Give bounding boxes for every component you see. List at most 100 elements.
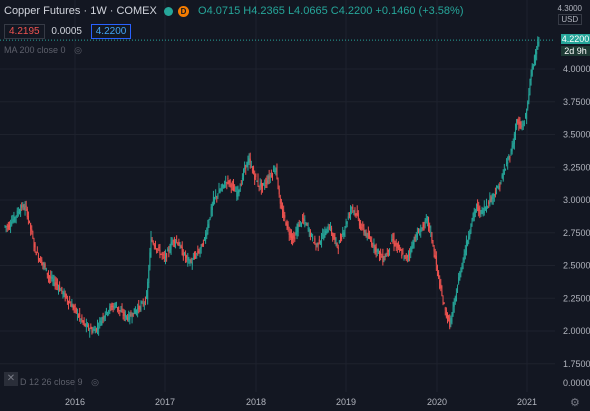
candle-body [499, 183, 501, 187]
candle-body [351, 207, 353, 209]
ask-button[interactable]: 4.2200 [90, 24, 132, 39]
candle-body [537, 41, 539, 50]
bid-button[interactable]: 4.2195 [4, 24, 45, 39]
delayed-badge[interactable]: D [177, 5, 189, 17]
candle-body [79, 313, 81, 318]
eye-hidden-icon[interactable]: ◎ [74, 45, 82, 55]
candle-body [80, 318, 82, 320]
candle-body [274, 170, 276, 173]
candle-body [15, 215, 17, 218]
candle-body [225, 182, 227, 184]
candle-body [196, 253, 198, 255]
currency-unit[interactable]: USD [557, 14, 582, 25]
x-tick-label: 2018 [246, 397, 266, 407]
candle-body [292, 236, 294, 241]
candle-body [464, 250, 466, 255]
candle-body [284, 215, 286, 218]
candle-body [158, 246, 160, 248]
candle-body [150, 237, 152, 258]
candle-body [75, 308, 77, 313]
gear-icon[interactable]: ⚙ [570, 396, 580, 409]
candle-body [152, 241, 154, 245]
candle-body [94, 329, 96, 334]
price-axis[interactable]: 4.0000 3.7500 3.5000 3.2500 3.0000 2.7500 2.50… [563, 64, 590, 388]
candle-body [124, 313, 126, 318]
candle-body [348, 214, 350, 216]
candle-body [520, 127, 522, 129]
candle-body [95, 328, 97, 331]
candle-body [532, 64, 534, 69]
eye-hidden-icon[interactable]: ◎ [91, 377, 99, 387]
candle-body [110, 305, 112, 307]
candle-body [309, 230, 311, 237]
candle-body [16, 210, 18, 217]
candle-body [216, 196, 218, 198]
candle-body [294, 237, 296, 240]
candle-body [267, 179, 269, 183]
candle-body [286, 220, 288, 229]
time-axis[interactable]: 2016 2017 2018 2019 2020 2021 [65, 397, 537, 407]
candle-body [35, 251, 37, 256]
symbol-legend: Copper Futures · 1W · COMEX D O4.0715 H4… [4, 5, 464, 17]
candle-body [491, 197, 493, 202]
candle-body [92, 330, 94, 333]
candle-body [25, 205, 27, 207]
candle-body [435, 256, 437, 265]
candle-body [462, 261, 464, 263]
candle-body [270, 175, 272, 177]
candle-body [280, 205, 282, 208]
candle-body [521, 125, 523, 128]
candle-body [179, 244, 181, 247]
macd-indicator-label: D 12 26 close 9 [20, 377, 83, 387]
candle-body [471, 218, 473, 227]
candle-body [237, 187, 239, 194]
candle-body [52, 279, 54, 281]
collapse-icon[interactable]: ✕ [4, 372, 18, 386]
candle-body [439, 279, 441, 289]
price-chart[interactable]: 4.0000 3.7500 3.5000 3.2500 3.0000 2.7500 2.50… [0, 0, 590, 411]
candle-body [6, 225, 8, 227]
candle-body [4, 225, 6, 227]
candle-body [269, 175, 271, 178]
candle-body [115, 306, 117, 308]
candle-body [99, 320, 101, 323]
candle-body [40, 257, 42, 263]
candle-body [249, 158, 251, 163]
candle-body [232, 184, 234, 187]
candle-body [197, 250, 199, 254]
candle-body [407, 255, 409, 257]
candle-body [371, 240, 373, 246]
candle-body [31, 229, 33, 232]
candle-body [318, 239, 320, 244]
candle-body [445, 310, 447, 318]
macd-indicator-legend[interactable]: D 12 26 close 9 ◎ [20, 377, 99, 388]
candle-body [420, 229, 422, 233]
ma-indicator-legend[interactable]: MA 200 close 0 ◎ [4, 45, 82, 56]
candle-body [66, 298, 68, 302]
currency-label: 4.3000 USD [557, 4, 582, 25]
candle-body [117, 307, 119, 310]
candle-body [434, 254, 436, 259]
candle-body [157, 248, 159, 250]
candle-body [85, 323, 87, 327]
candle-body [383, 259, 385, 262]
candle-body [65, 294, 67, 298]
candle-body [7, 225, 9, 229]
x-tick-label: 2017 [155, 397, 175, 407]
candle-body [137, 308, 139, 313]
candle-body [44, 264, 46, 268]
candle-body [440, 284, 442, 289]
candle-body [319, 241, 321, 244]
candle-body [162, 254, 164, 256]
candle-body [244, 167, 246, 169]
candle-body [234, 190, 236, 192]
candle-body [370, 240, 372, 242]
candle-body [452, 307, 454, 315]
candle-body [122, 314, 124, 316]
candle-body [140, 304, 142, 307]
candle-body [314, 238, 316, 244]
market-open-icon [163, 6, 173, 16]
symbol-title[interactable]: Copper Futures · 1W · COMEX [4, 5, 157, 17]
candle-body [279, 198, 281, 204]
candle-body [112, 306, 114, 308]
